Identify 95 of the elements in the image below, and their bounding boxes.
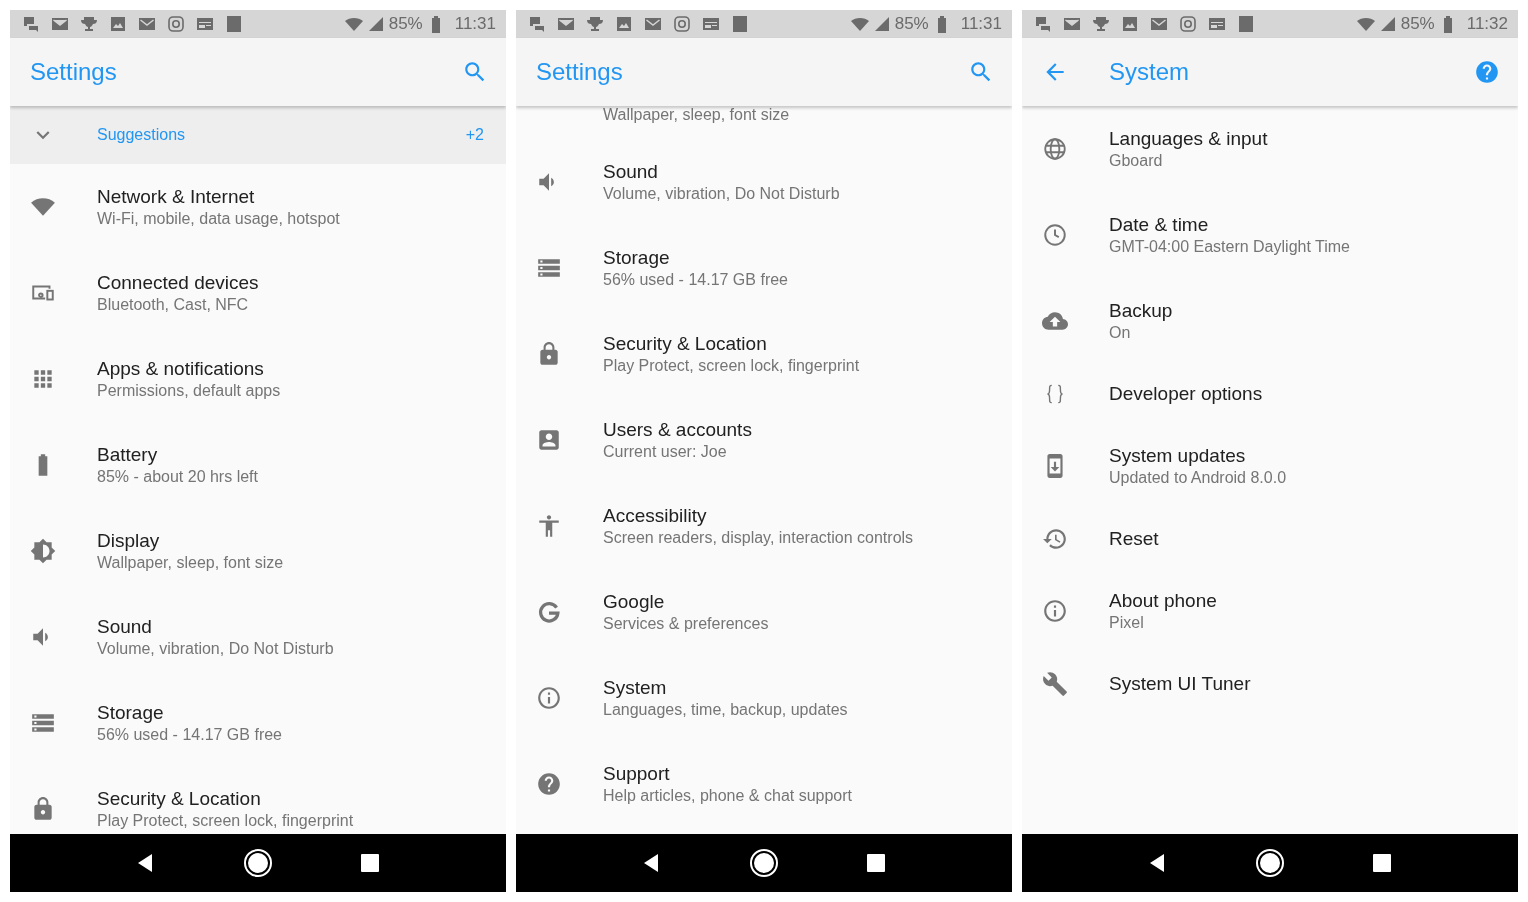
camera-icon [673,15,691,33]
image-icon [1121,15,1139,33]
wifi-icon [1356,15,1375,33]
setting-subtitle: Pixel [1109,614,1145,632]
setting-title[interactable]: Languages & input [1109,128,1268,150]
clock-time: 11:31 [960,14,1002,34]
setting-title[interactable]: Users & accounts [603,419,752,441]
mail-icon [557,15,575,33]
home-button[interactable] [243,848,273,878]
setting-subtitle: GMT-04:00 Eastern Daylight Time [1109,238,1350,256]
setting-subtitle: Permissions, default apps [97,382,281,400]
setting-subtitle: Updated to Android 8.0.0 [1109,469,1287,487]
screen-title: Settings [29,58,117,86]
camera-icon [1179,15,1197,33]
setting-subtitle: 85% - about 20 hrs left [97,468,258,486]
setting-title[interactable]: Network & Internet [97,186,340,208]
setting-title[interactable]: Battery [97,444,258,466]
setting-subtitle: Bluetooth, Cast, NFC [97,296,250,314]
g-icon [536,599,562,625]
screen-title: System [1109,58,1189,86]
setting-title[interactable]: About phone [1109,590,1217,612]
message-icon [1034,15,1052,33]
setting-title[interactable]: Date & time [1109,214,1350,236]
help-icon[interactable] [1474,59,1500,85]
accessibility-icon [536,513,562,539]
suggestions-label: Suggestions [97,126,186,144]
setting-subtitle: Languages, time, backup, updates [603,701,848,719]
setting-subtitle: Services & preferences [603,615,769,633]
wifi-icon [850,15,869,33]
info-icon [536,685,562,711]
clock-time: 11:31 [454,14,496,34]
setting-subtitle: On [1109,324,1132,342]
setting-title[interactable]: Backup [1109,300,1173,322]
home-button[interactable] [749,848,779,878]
setting-title[interactable]: Reset [1109,527,1159,550]
setting-subtitle: Help articles, phone & chat support [603,787,853,805]
setting-title[interactable]: Developer options [1109,382,1263,405]
setting-title[interactable]: Accessibility [603,505,914,527]
globe-icon [1042,136,1068,162]
mail-icon [138,15,156,33]
setting-subtitle: Play Protect, screen lock, fingerprint [603,357,860,375]
message-icon [528,15,546,33]
battery-percent: 85% [894,14,929,34]
message-icon [22,15,40,33]
mail-icon [1063,15,1081,33]
setting-subtitle: Wi-Fi, mobile, data usage, hotspot [97,210,340,228]
account-icon [536,427,562,453]
battery-percent: 85% [1400,14,1435,34]
help-icon [536,771,562,797]
setting-title[interactable]: Apps & notifications [97,358,281,380]
setting-title[interactable]: System [603,677,848,699]
setting-title[interactable]: Connected devices [97,272,259,294]
setting-title[interactable]: Google [603,591,769,613]
setting-title[interactable]: Storage [97,702,282,724]
setting-subtitle: Volume, vibration, Do Not Disturb [603,185,840,203]
setting-subtitle: Play Protect, screen lock, fingerprint [97,812,354,830]
newspaper-icon [196,15,214,33]
home-button[interactable] [1255,848,1285,878]
setting-title[interactable]: Security & Location [603,333,860,355]
mail-icon [1150,15,1168,33]
trophy-icon [80,15,98,33]
newspaper-icon [702,15,720,33]
brightness-icon [30,538,56,564]
clock-time: 11:32 [1466,14,1508,34]
suggestions-count: +2 [465,126,484,144]
setting-subtitle: 56% used - 14.17 GB free [97,726,282,744]
clock-icon [1042,222,1068,248]
setting-title[interactable]: Sound [603,161,840,183]
setting-subtitle: Current user: Joe [603,443,728,461]
wrench-icon [1042,670,1068,697]
setting-subtitle: Wallpaper, sleep, font size [603,106,790,125]
mail-icon [51,15,69,33]
setting-title[interactable]: Display [97,530,284,552]
trophy-icon [1092,15,1110,33]
setting-subtitle: Gboard [1109,152,1164,170]
mail-icon [644,15,662,33]
wifi-icon [344,15,363,33]
battery-percent: 85% [388,14,423,34]
setting-subtitle: Volume, vibration, Do Not Disturb [97,640,334,658]
trophy-icon [586,15,604,33]
image-icon [615,15,633,33]
setting-subtitle: Wallpaper, sleep, font size [97,554,284,572]
setting-title[interactable]: Sound [97,616,334,638]
setting-title[interactable]: Security & Location [97,788,354,810]
camera-icon [167,15,185,33]
setting-title[interactable]: Storage [603,247,788,269]
setting-title[interactable]: System UI Tuner [1109,672,1251,695]
setting-subtitle: Screen readers, display, interaction controls [603,529,914,547]
setting-title[interactable]: Support [603,763,853,785]
screen-title: Settings [535,58,623,86]
setting-title[interactable]: System updates [1109,445,1287,467]
newspaper-icon [1208,15,1226,33]
image-icon [109,15,127,33]
setting-subtitle: 56% used - 14.17 GB free [603,271,788,289]
info-icon [1042,598,1068,624]
